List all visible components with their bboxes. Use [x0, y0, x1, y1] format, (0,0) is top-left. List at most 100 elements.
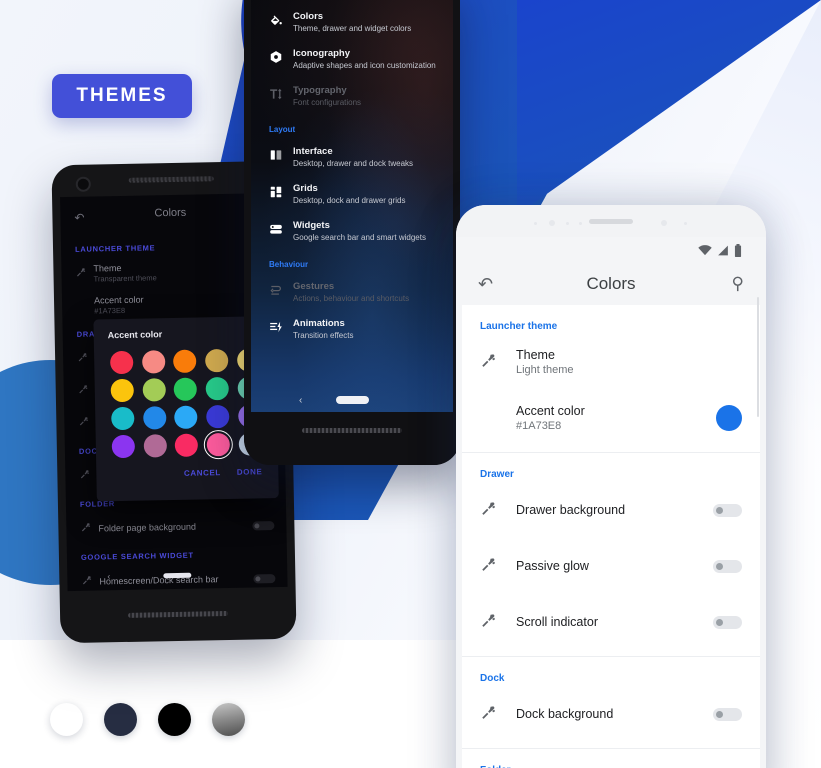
right-row-subtitle: #1A73E8: [516, 420, 562, 432]
right-row-title: Passive glow: [516, 559, 589, 573]
right-settings-row[interactable]: Dock background: [462, 686, 760, 742]
brush-icon: [79, 468, 97, 482]
theme-swatch-row: [50, 703, 245, 736]
mid-row-subtitle: Font configurations: [293, 98, 362, 107]
right-row-text: Theme Light theme: [516, 347, 742, 377]
theme-swatch-white-theme[interactable]: [50, 703, 83, 736]
mid-settings-row[interactable]: Typography Font configurations: [251, 78, 453, 115]
right-settings-row[interactable]: Accent color #1A73E8: [462, 390, 760, 446]
color-swatch[interactable]: [175, 433, 199, 457]
right-settings-list: Launcher theme Theme Light theme Accent col…: [462, 305, 760, 768]
right-row-text: Drawer background: [516, 502, 713, 518]
bottom-speaker-grill: [128, 611, 229, 618]
brush-icon: [480, 352, 516, 373]
right-settings-row[interactable]: Passive glow: [462, 538, 760, 594]
toggle-switch[interactable]: [252, 520, 275, 531]
typography-icon: [269, 85, 293, 101]
home-pill-icon[interactable]: [163, 572, 192, 578]
nav-back-icon[interactable]: ‹: [299, 395, 302, 406]
search-icon[interactable]: ⚲: [732, 274, 744, 294]
done-button[interactable]: DONE: [237, 467, 263, 476]
mid-row-subtitle: Transition effects: [293, 331, 354, 340]
toggle-switch[interactable]: [713, 503, 742, 517]
brush-icon: [78, 415, 96, 429]
scrollbar[interactable]: [757, 297, 759, 417]
toggle-switch[interactable]: [713, 615, 742, 629]
color-swatch[interactable]: [110, 406, 135, 431]
theme-swatch-black-theme[interactable]: [158, 703, 191, 736]
sensor-dot: [549, 220, 555, 226]
mid-settings-row[interactable]: Gestures Actions, behaviour and shortcuts: [251, 274, 453, 311]
right-row-title: Theme: [516, 348, 555, 362]
color-swatch[interactable]: [173, 349, 197, 373]
nav-back-icon[interactable]: ‹: [107, 571, 110, 581]
phone-mid-dark: ThemingColorsTheme, drawer and widget co…: [244, 0, 460, 465]
widgets-icon: [269, 220, 293, 236]
toggle-switch[interactable]: [713, 559, 742, 573]
color-swatch[interactable]: [174, 377, 198, 401]
front-camera-icon: [661, 220, 667, 226]
back-arrow-icon[interactable]: ↶: [478, 274, 493, 295]
right-section-header: Launcher theme: [480, 321, 558, 332]
mid-row-title: Gestures: [293, 281, 335, 292]
home-pill-icon[interactable]: [335, 396, 369, 404]
brush-icon: [480, 556, 516, 577]
cancel-button[interactable]: CANCEL: [184, 468, 221, 478]
bottom-speaker-grill: [302, 428, 402, 433]
phone-mid-screen: ThemingColorsTheme, drawer and widget co…: [251, 0, 453, 412]
color-swatch[interactable]: [110, 378, 134, 403]
brush-icon: [75, 267, 93, 281]
color-swatch[interactable]: [205, 376, 230, 401]
right-settings-row[interactable]: Theme Light theme: [462, 334, 760, 390]
mid-row-title: Typography: [293, 85, 347, 96]
right-row-text: Scroll indicator: [516, 614, 713, 630]
brush-icon: [78, 384, 96, 398]
toggle-switch[interactable]: [713, 707, 742, 721]
color-swatch[interactable]: [206, 432, 231, 457]
color-swatch[interactable]: [174, 405, 198, 429]
mid-row-title: Iconography: [293, 48, 351, 59]
right-section-header: Dock: [480, 673, 505, 684]
mid-row-subtitle: Theme, drawer and widget colors: [293, 24, 412, 33]
mid-row-text: Gestures Actions, behaviour and shortcuts: [293, 281, 409, 304]
left-navbar: ‹: [67, 563, 287, 587]
right-row-text: Passive glow: [516, 558, 713, 574]
right-row-subtitle: Light theme: [516, 364, 574, 376]
color-swatch[interactable]: [142, 378, 166, 402]
color-swatch[interactable]: [143, 434, 167, 458]
mid-settings-row[interactable]: Colors Theme, drawer and widget colors: [251, 4, 453, 41]
sensor-dot: [579, 222, 582, 225]
mid-settings-row[interactable]: Iconography Adaptive shapes and icon cust…: [251, 41, 453, 78]
earpiece-speaker: [128, 176, 214, 183]
color-swatch[interactable]: [109, 350, 134, 375]
right-row-title: Scroll indicator: [516, 615, 598, 629]
mid-settings-row[interactable]: Animations Transition effects: [251, 311, 453, 348]
brush-icon: [77, 352, 95, 366]
gesture-icon: [269, 281, 293, 297]
mid-row-subtitle: Adaptive shapes and icon customization: [293, 61, 436, 70]
grid-icon: [269, 183, 293, 199]
left-settings-row[interactable]: Folder page background: [66, 509, 287, 545]
right-settings-row[interactable]: Drawer background: [462, 482, 760, 538]
color-swatch[interactable]: [141, 350, 166, 374]
color-swatch[interactable]: [111, 434, 135, 459]
theme-swatch-dark-navy-theme[interactable]: [104, 703, 137, 736]
mid-row-text: Interface Desktop, drawer and dock tweaks: [293, 146, 413, 169]
right-settings-row[interactable]: Scroll indicator: [462, 594, 760, 650]
mid-settings-row[interactable]: Grids Desktop, dock and drawer grids: [251, 176, 453, 213]
mid-row-subtitle: Desktop, drawer and dock tweaks: [293, 159, 414, 168]
mid-settings-row[interactable]: Interface Desktop, drawer and dock tweaks: [251, 139, 453, 176]
right-status-bar: [462, 237, 760, 263]
theme-swatch-gradient-theme[interactable]: [212, 703, 245, 736]
mid-settings-row[interactable]: Widgets Google search bar and smart widge…: [251, 213, 453, 250]
front-camera-icon: [75, 176, 91, 192]
right-row-title: Drawer background: [516, 503, 626, 517]
themes-badge: THEMES: [52, 74, 192, 118]
color-swatch[interactable]: [142, 406, 167, 430]
left-row-text: Folder page background: [98, 520, 252, 535]
color-swatch[interactable]: [205, 348, 229, 373]
mid-row-subtitle: Actions, behaviour and shortcuts: [293, 294, 410, 303]
accent-color-dot[interactable]: [716, 405, 742, 431]
color-swatch[interactable]: [206, 404, 230, 429]
right-top-bezel: [456, 205, 766, 237]
